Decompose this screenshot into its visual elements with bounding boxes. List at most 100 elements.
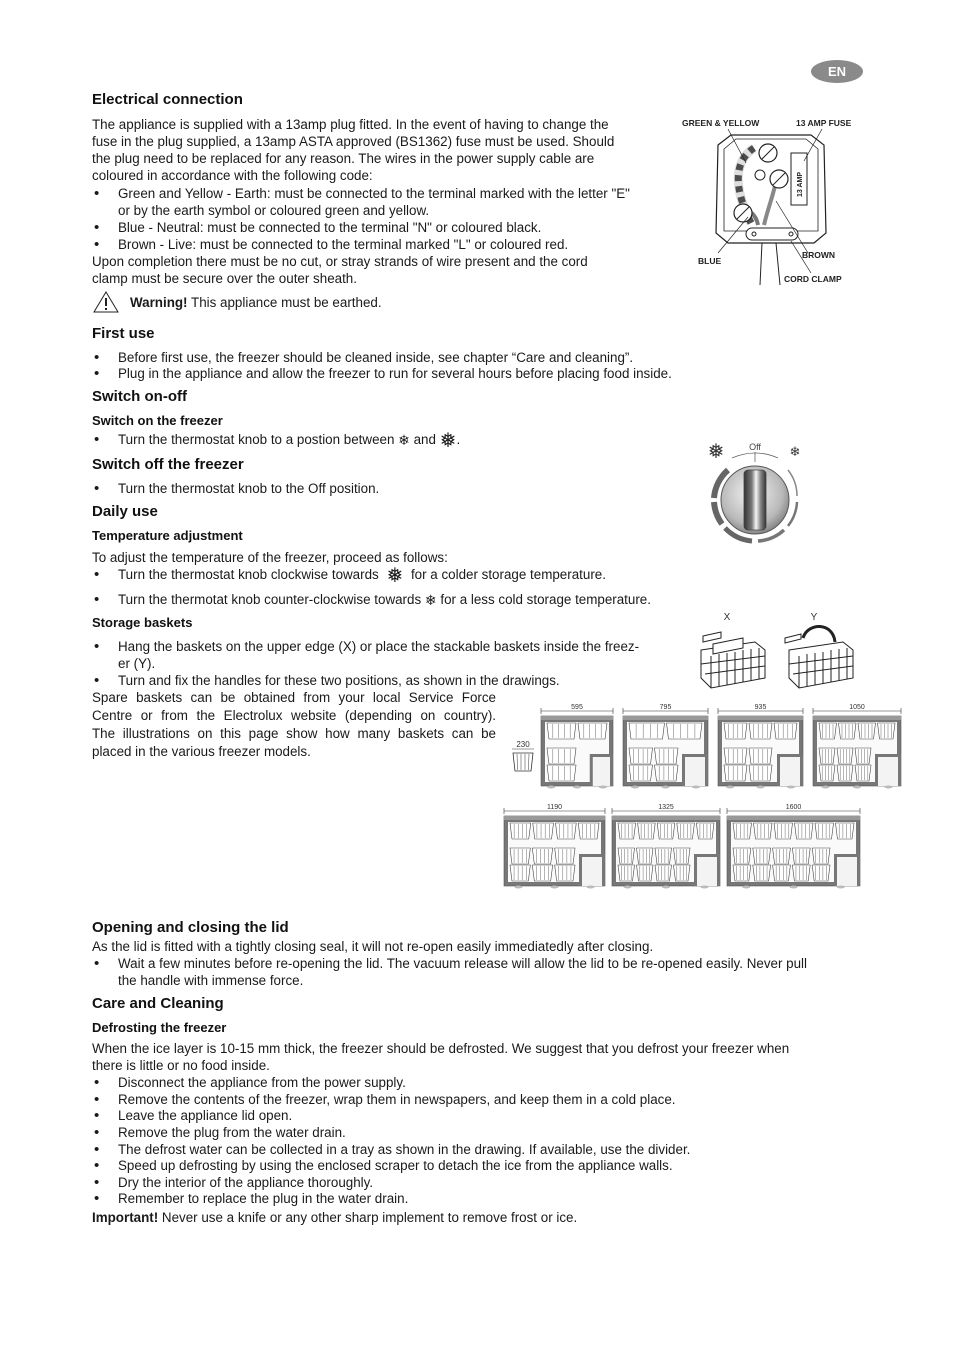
basket-icon <box>696 822 715 840</box>
basket-icon <box>732 822 752 840</box>
text-line: clamp must be secure over the outer shea… <box>92 271 357 286</box>
knob-scale-segment <box>787 469 798 497</box>
basket-icon <box>628 764 653 782</box>
important-note: Important! Never use a knife or any othe… <box>92 1209 577 1226</box>
freezer-model-1190: 1190 <box>503 804 606 889</box>
model-width-label: 1325 <box>658 804 674 811</box>
snowflake-small-icon: ❄ <box>398 432 410 448</box>
basket-icon <box>854 764 872 782</box>
basket-icon <box>617 822 636 840</box>
storage-baskets-heading: Storage baskets <box>92 615 193 630</box>
first-use-bullet: Plug in the appliance and allow the free… <box>92 365 672 382</box>
text-line: coloured in accordance with the followin… <box>92 168 373 183</box>
basket-icon <box>772 847 791 865</box>
label-green-yellow: GREEN & YELLOW <box>682 118 760 128</box>
temperature-bullet-colder: Turn the thermostat knob clockwise towar… <box>92 566 606 586</box>
model-width-label: 1600 <box>786 804 802 811</box>
label-fuse: 13 AMP FUSE <box>796 118 852 128</box>
basket-x-label: X <box>724 612 731 623</box>
freezer-model-935: 935 <box>717 704 804 789</box>
basket-icon <box>748 764 773 782</box>
basket-icon <box>752 847 771 865</box>
basket-icon <box>732 847 752 865</box>
warning-triangle-icon <box>93 291 119 313</box>
basket-icon <box>531 864 554 882</box>
compressor-compartment <box>878 757 898 786</box>
defrost-bullet: Remove the contents of the freezer, wrap… <box>92 1092 676 1109</box>
basket-icon <box>792 864 811 882</box>
switch-on-heading: Switch on the freezer <box>92 413 223 428</box>
compressor-compartment <box>685 757 705 786</box>
defrost-bullet: Dry the interior of the appliance thorou… <box>92 1175 373 1192</box>
switch-off-heading: Switch off the freezer <box>92 456 244 473</box>
basket-icon <box>654 864 672 882</box>
defrost-intro: When the ice layer is 10-15 mm thick, th… <box>92 1040 789 1074</box>
basket-icon <box>546 722 577 740</box>
basket-icon <box>636 864 654 882</box>
basket-icon <box>512 752 534 772</box>
defrost-bullet: The defrost water can be collected in a … <box>92 1142 690 1159</box>
defrost-bullet: Leave the appliance lid open. <box>92 1108 292 1125</box>
spare-baskets-text: Spare baskets can be obtained from your … <box>92 689 496 761</box>
freezer-model-1600: 1600 <box>726 804 861 889</box>
basket-icon <box>577 822 600 840</box>
basket-icon <box>654 847 672 865</box>
defrosting-heading: Defrosting the freezer <box>92 1020 227 1035</box>
text-fragment: Turn the thermostat knob to a postion be… <box>118 432 399 447</box>
switch-on-off-heading: Switch on-off <box>92 388 187 405</box>
text-fragment: and <box>409 432 440 447</box>
warning-label: Warning! <box>130 294 188 310</box>
basket-icon <box>773 722 798 740</box>
basket-icon <box>732 864 752 882</box>
text-line: er (Y). <box>118 656 156 671</box>
label-blue: BLUE <box>698 256 721 266</box>
lid-bullet: Wait a few minutes before re-opening the… <box>92 955 807 989</box>
text-line: The appliance is supplied with a 13amp p… <box>92 117 609 132</box>
basket-y-icon <box>784 625 854 689</box>
text-line: Hang the baskets on the upper edge (X) o… <box>118 639 640 654</box>
important-text: Never use a knife or any other sharp imp… <box>158 1210 578 1225</box>
basket-icon <box>666 722 703 740</box>
basket-icon <box>509 847 531 865</box>
basket-icon <box>546 747 577 765</box>
text-line: Centre or from the Electrolux website (d… <box>92 708 496 723</box>
basket-icon <box>752 864 771 882</box>
text-line: Green and Yellow - Earth: must be connec… <box>118 186 630 201</box>
basket-icon <box>811 847 831 865</box>
basket-icon <box>546 764 577 782</box>
basket-icon <box>792 847 811 865</box>
basket-icon <box>637 822 656 840</box>
cord-clamp-icon <box>745 227 799 241</box>
basket-icon <box>509 864 531 882</box>
model-width-label: 795 <box>660 704 672 711</box>
important-label: Important! <box>92 1210 159 1225</box>
basket-icon <box>555 822 577 840</box>
basket-icon <box>772 864 791 882</box>
basket-icon <box>857 722 876 740</box>
basket-icon <box>818 722 837 740</box>
basket-icon <box>673 847 691 865</box>
basket-y-label: Y <box>811 612 818 623</box>
basket-icon <box>854 747 872 765</box>
basket-x-icon <box>700 631 766 689</box>
text-line: fuse in the plug supplied, a 13amp ASTA … <box>92 134 615 149</box>
text-line: placed in the various freezer models. <box>92 744 311 759</box>
basket-icon <box>628 747 653 765</box>
defrost-bullet: Remember to replace the plug in the wate… <box>92 1191 408 1208</box>
basket-icon <box>554 864 576 882</box>
text-line: Upon completion there must be no cut, or… <box>92 254 588 269</box>
plug-wiring-diagram: GREEN & YELLOW 13 AMP FUSE 13 AMP BLUE B… <box>682 118 852 286</box>
compressor-compartment <box>697 857 717 886</box>
text-line: the plug need to be replaced for any rea… <box>92 151 595 166</box>
basket-icon <box>617 864 635 882</box>
basket-position-diagram: X Y <box>700 612 854 689</box>
defrost-bullet: Disconnect the appliance from the power … <box>92 1075 406 1092</box>
electrical-connection-heading: Electrical connection <box>92 91 243 108</box>
basket-icon <box>636 847 654 865</box>
basket-icon <box>577 722 608 740</box>
basket-icon <box>723 764 748 782</box>
compressor-compartment <box>780 757 800 786</box>
basket-icon <box>654 747 679 765</box>
basket-icon <box>836 764 854 782</box>
temperature-intro: To adjust the temperature of the freezer… <box>92 550 448 565</box>
